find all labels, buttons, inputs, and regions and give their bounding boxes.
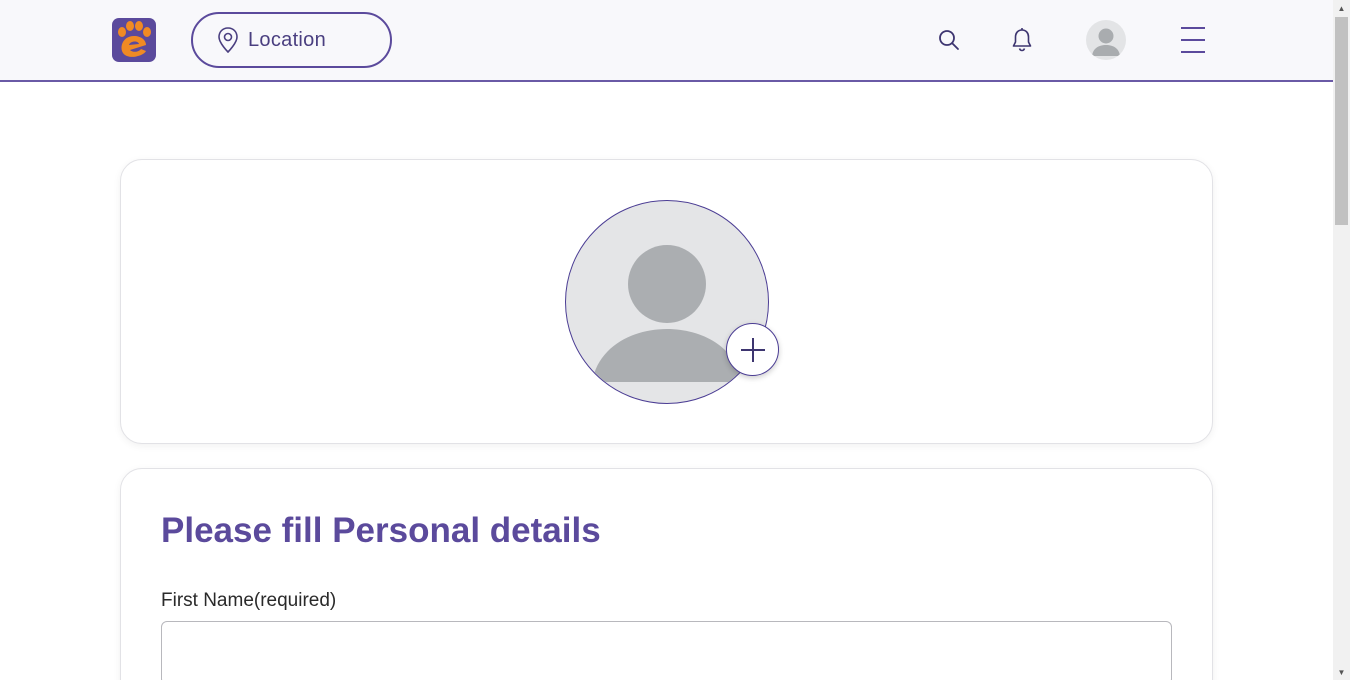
location-label: Location (248, 28, 327, 51)
logo-icon[interactable] (112, 18, 156, 62)
vertical-scrollbar[interactable]: ▲ ▼ (1333, 0, 1350, 680)
first-name-input[interactable] (161, 621, 1172, 680)
user-avatar-icon (1092, 28, 1120, 56)
hamburger-menu-icon[interactable] (1180, 26, 1206, 54)
scroll-thumb[interactable] (1335, 17, 1348, 225)
scroll-down-arrow-icon[interactable]: ▼ (1333, 664, 1350, 680)
location-button[interactable]: Location (191, 12, 392, 68)
form-title: Please fill Personal details (161, 511, 601, 550)
add-photo-button[interactable] (726, 323, 779, 376)
profile-photo[interactable] (565, 200, 769, 404)
profile-photo-card (120, 159, 1213, 444)
search-icon[interactable] (937, 28, 961, 52)
scroll-up-arrow-icon[interactable]: ▲ (1333, 0, 1350, 16)
page: Location Please fill Personal details Fi… (0, 0, 1350, 680)
top-header: Location (0, 0, 1333, 82)
user-placeholder-icon (592, 245, 742, 382)
map-pin-icon (218, 27, 238, 53)
personal-details-card: Please fill Personal details First Name(… (120, 468, 1213, 680)
profile-avatar[interactable] (1086, 20, 1126, 60)
plus-icon (740, 337, 765, 362)
bell-icon[interactable] (1010, 27, 1034, 53)
first-name-label: First Name(required) (161, 590, 337, 611)
